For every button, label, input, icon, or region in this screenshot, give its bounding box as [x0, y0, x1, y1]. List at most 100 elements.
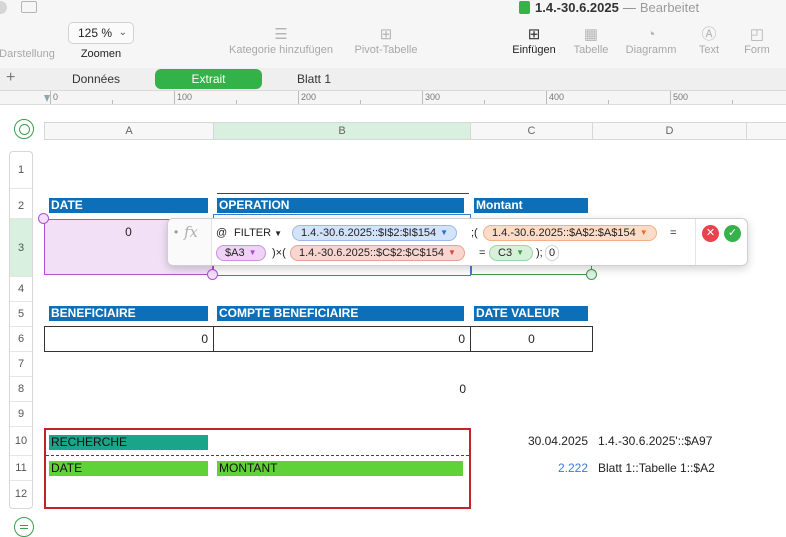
ruler-tick: [422, 91, 423, 104]
cell-c6[interactable]: 0: [470, 326, 593, 352]
range-handle-c[interactable]: [586, 269, 597, 280]
header-montant[interactable]: Montant: [474, 198, 588, 213]
cell-c11[interactable]: 2.222: [470, 458, 593, 478]
diagramm-button[interactable]: ◔ Diagramm: [622, 26, 680, 56]
row-header-12[interactable]: 12: [10, 481, 32, 508]
document-title: 1.4.-30.6.2025: [535, 0, 619, 15]
list-icon: ☰: [274, 26, 288, 43]
token-range-a[interactable]: 1.4.-30.6.2025::$A$2:$A$154 ▼: [483, 225, 657, 241]
row-header-1[interactable]: 1: [10, 152, 32, 189]
shape-icon: ◰: [749, 26, 765, 43]
row-header-4[interactable]: 4: [10, 277, 32, 302]
accept-formula-button[interactable]: ✓: [724, 225, 741, 242]
title-separator: —: [622, 0, 636, 15]
cell-date[interactable]: DATE: [49, 461, 208, 476]
token-range-i-label: 1.4.-30.6.2025::$I$2:$I$154: [301, 227, 437, 239]
kategorie-label: Kategorie hinzufügen: [229, 44, 333, 56]
chevron-down-icon: ▼: [248, 248, 257, 257]
token-ref-a3[interactable]: $A3 ▼: [216, 245, 266, 261]
sheet-tab-bar: + Données Extrait Blatt 1: [0, 68, 786, 91]
ruler-tick: [670, 91, 671, 104]
row-header-6[interactable]: 6: [10, 327, 32, 352]
column-header-a[interactable]: A: [44, 122, 214, 140]
window-control-close[interactable]: [0, 1, 7, 14]
ruler-label: 0: [53, 92, 59, 102]
formula-editor-actions: ✕ ✓: [695, 219, 747, 265]
darstellung-button[interactable]: Darstellung: [0, 48, 62, 60]
cell-border: [217, 193, 469, 194]
tab-donnees[interactable]: Données: [56, 68, 136, 90]
chevron-down-icon: ▼: [639, 228, 648, 237]
cell-montant[interactable]: MONTANT: [217, 461, 463, 476]
column-header-c[interactable]: C: [470, 122, 593, 140]
cell-d10[interactable]: 1.4.-30.6.2025'::$A97: [598, 431, 748, 451]
column-header-e[interactable]: [746, 122, 786, 140]
row-header-3[interactable]: 3: [10, 219, 32, 277]
cell-a6[interactable]: 0: [44, 326, 214, 352]
header-date[interactable]: DATE: [49, 198, 208, 213]
pivot-label: Pivot-Tabelle: [354, 44, 418, 56]
row-divider: [46, 455, 469, 456]
row-header-11[interactable]: 11: [10, 456, 32, 481]
header-compte-beneficiaire[interactable]: COMPTE BENEFICIAIRE: [217, 306, 464, 321]
pivot-table-icon: ⊞: [379, 26, 393, 43]
add-sheet-icon[interactable]: +: [6, 69, 15, 87]
add-row-handle-icon[interactable]: [14, 517, 34, 537]
cell-d11[interactable]: Blatt 1::Tabelle 1::$A2: [598, 458, 748, 478]
table-select-handle-icon[interactable]: [14, 119, 34, 139]
tab-blatt-1[interactable]: Blatt 1: [280, 68, 348, 90]
drag-handle-icon[interactable]: •: [174, 225, 178, 239]
column-header-b[interactable]: B: [213, 122, 471, 140]
chevron-down-icon: ▼: [447, 248, 456, 257]
header-operation[interactable]: OPERATION: [217, 198, 464, 213]
token-range-i[interactable]: 1.4.-30.6.2025::$I$2:$I$154 ▼: [292, 225, 458, 241]
formula-function[interactable]: FILTER ▼: [234, 225, 282, 241]
row-header-10[interactable]: 10: [10, 427, 32, 456]
token-range-c[interactable]: 1.4.-30.6.2025::$C$2:$C$154 ▼: [290, 245, 465, 261]
ruler-tick: [298, 91, 299, 104]
einfuegen-button[interactable]: ⊞ Einfügen: [506, 26, 562, 56]
zoom-select[interactable]: 125 % ⌄: [68, 22, 134, 44]
header-beneficiaire[interactable]: BENEFICIAIRE: [49, 306, 208, 321]
row-header-9[interactable]: 9: [10, 402, 32, 427]
ruler-tick: [174, 91, 175, 104]
header-date-valeur[interactable]: DATE VALEUR: [474, 306, 588, 321]
cell-c10[interactable]: 30.04.2025: [470, 431, 593, 451]
tabelle-button[interactable]: ▦ Tabelle: [568, 26, 614, 56]
ruler-tick: [608, 100, 609, 104]
formula-equals: =: [670, 227, 677, 239]
row-header-8[interactable]: 8: [10, 377, 32, 402]
kategorie-button[interactable]: ☰ Kategorie hinzufügen: [222, 26, 340, 56]
ruler-tick: [50, 91, 51, 104]
diagramm-label: Diagramm: [625, 44, 677, 56]
row-header-5[interactable]: 5: [10, 302, 32, 327]
cell-b6[interactable]: 0: [213, 326, 471, 352]
tabelle-label: Tabelle: [573, 44, 609, 56]
token-arg-last[interactable]: 0: [545, 245, 560, 261]
numbers-window: 1.4.-30.6.2025— Bearbeitet Darstellung 12…: [0, 0, 786, 537]
row-header-7[interactable]: 7: [10, 352, 32, 377]
selection-handle-top[interactable]: [38, 213, 49, 224]
form-button[interactable]: ◰ Form: [740, 26, 774, 56]
sidebar-toggle-icon[interactable]: [21, 1, 37, 13]
text-button[interactable]: Ⓐ Text: [692, 26, 726, 56]
selection-handle-bottom[interactable]: [207, 269, 218, 280]
cell-b8[interactable]: 0: [213, 379, 471, 399]
cell-recherche[interactable]: RECHERCHE: [49, 435, 208, 450]
chevron-down-icon: ▼: [516, 248, 524, 257]
table-icon: ▦: [583, 26, 599, 43]
token-ref-c3-label: C3: [498, 247, 513, 259]
token-ref-c3[interactable]: C3 ▼: [489, 245, 533, 261]
ruler-tick: [546, 91, 547, 104]
formula-editor[interactable]: • fx @ FILTER ▼ 1.4.-30.6.2025::$I$2:$I$…: [167, 218, 748, 266]
column-header-d[interactable]: D: [592, 122, 747, 140]
ruler-label: 200: [301, 92, 317, 102]
darstellung-label: Darstellung: [0, 48, 55, 60]
zoom-value: 125 %: [78, 26, 113, 40]
row-header-2[interactable]: 2: [10, 189, 32, 219]
form-label: Form: [744, 44, 770, 56]
tab-extrait[interactable]: Extrait: [155, 69, 262, 89]
ruler-tick: [236, 100, 237, 104]
cancel-formula-button[interactable]: ✕: [702, 225, 719, 242]
pivot-button[interactable]: ⊞ Pivot-Tabelle: [348, 26, 424, 56]
